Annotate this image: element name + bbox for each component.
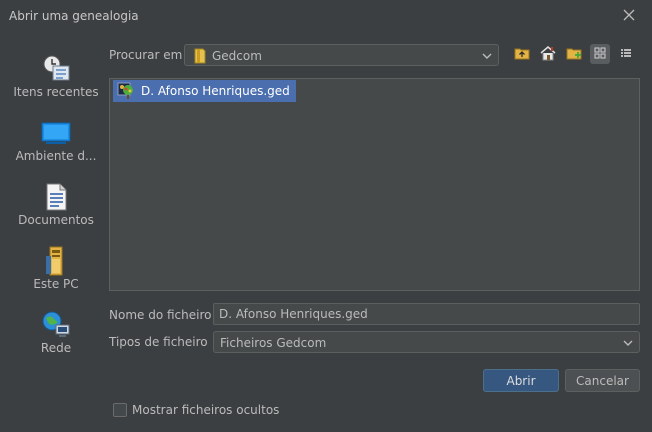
up-folder-icon (514, 45, 530, 64)
list-item[interactable]: D. Afonso Henriques.ged (113, 80, 296, 102)
show-hidden-checkbox[interactable]: Mostrar ficheiros ocultos (113, 403, 279, 417)
title-bar: Abrir uma genealogia (0, 0, 652, 32)
place-label: Itens recentes (13, 85, 99, 99)
filename-field[interactable] (213, 303, 640, 325)
lookin-value: Gedcom (212, 49, 262, 63)
chevron-down-icon (482, 50, 492, 64)
home-icon (540, 45, 556, 64)
place-documents[interactable]: Documentos (8, 182, 104, 238)
list-view-button[interactable] (590, 44, 610, 64)
details-view-button[interactable] (616, 44, 636, 64)
place-recent-items[interactable]: Itens recentes (8, 54, 104, 110)
file-name: D. Afonso Henriques.ged (141, 84, 290, 98)
place-desktop[interactable]: Ambiente d... (8, 118, 104, 174)
place-this-pc[interactable]: Este PC (8, 246, 104, 302)
filetype-value: Ficheiros Gedcom (220, 336, 327, 350)
network-icon (41, 310, 71, 340)
new-folder-icon (566, 45, 582, 64)
checkbox-box[interactable] (113, 403, 127, 417)
recent-items-icon (41, 54, 71, 84)
filename-label: Nome do ficheiro (109, 308, 212, 322)
chevron-down-icon (623, 337, 633, 351)
new-folder-button[interactable] (564, 44, 584, 64)
close-icon[interactable] (619, 5, 639, 25)
place-label: Documentos (18, 213, 94, 227)
place-label: Ambiente d... (15, 149, 97, 163)
place-network[interactable]: Rede (8, 310, 104, 366)
up-folder-button[interactable] (512, 44, 532, 64)
file-list[interactable]: D. Afonso Henriques.ged (109, 78, 640, 291)
lookin-combo[interactable]: Gedcom (184, 44, 499, 66)
list-view-icon (594, 47, 606, 62)
place-label: Rede (40, 341, 72, 355)
filetype-combo[interactable]: Ficheiros Gedcom (213, 331, 640, 353)
window-title: Abrir uma genealogia (9, 9, 139, 23)
home-button[interactable] (538, 44, 558, 64)
gedcom-file-icon (117, 82, 135, 100)
filename-input[interactable] (219, 307, 619, 321)
documents-icon (41, 182, 71, 212)
computer-icon (41, 246, 71, 276)
lookin-label: Procurar em (109, 48, 183, 62)
folder-icon (193, 48, 207, 67)
place-label: Este PC (33, 277, 79, 291)
show-hidden-label: Mostrar ficheiros ocultos (132, 403, 280, 417)
open-button[interactable]: Abrir (483, 369, 559, 392)
desktop-icon (41, 118, 71, 148)
filetype-label: Tipos de ficheiro (109, 335, 208, 349)
cancel-button[interactable]: Cancelar (565, 369, 640, 392)
details-view-icon (620, 47, 632, 62)
